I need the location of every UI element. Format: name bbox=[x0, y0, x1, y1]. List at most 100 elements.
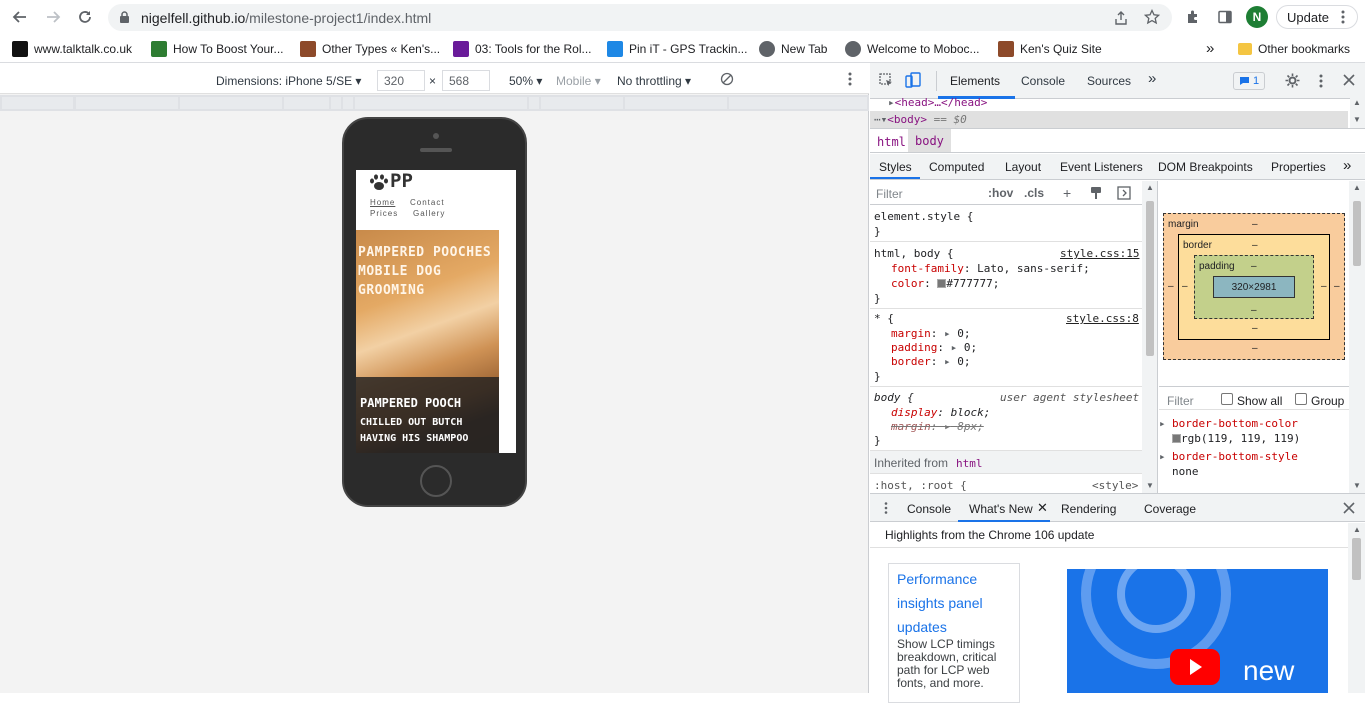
tab-elements[interactable]: Elements bbox=[950, 74, 1000, 88]
color-swatch[interactable] bbox=[1172, 434, 1181, 443]
throttling-dropdown[interactable]: No throttling ▾ bbox=[617, 74, 691, 88]
decl-margin[interactable]: margin: ▸ 0; bbox=[891, 327, 971, 340]
bookmark-item[interactable]: Pin iT - GPS Trackin... bbox=[607, 40, 747, 57]
dom-scrollbar[interactable]: ▲ ▼ bbox=[1350, 96, 1365, 128]
drawer-tab-coverage[interactable]: Coverage bbox=[1144, 502, 1196, 516]
computed-scrollbar[interactable]: ▲ ▼ bbox=[1349, 181, 1365, 493]
ruler-segment[interactable] bbox=[355, 97, 527, 109]
computed-prop-name[interactable]: border-bottom-style bbox=[1172, 450, 1298, 463]
width-input[interactable]: 320 bbox=[377, 70, 425, 91]
box-model-content[interactable]: 320×2981 bbox=[1213, 276, 1295, 298]
mobile-dropdown[interactable]: Mobile ▾ bbox=[556, 74, 601, 88]
whats-new-card[interactable]: Performance insights panel updates Show … bbox=[888, 563, 1020, 703]
more-subtabs-icon[interactable]: » bbox=[1343, 157, 1351, 174]
settings-gear-icon[interactable] bbox=[1285, 73, 1300, 88]
subtab-computed[interactable]: Computed bbox=[929, 160, 984, 174]
card-title[interactable]: Performance insights panel updates bbox=[897, 567, 1013, 639]
close-drawer-icon[interactable] bbox=[1343, 502, 1355, 514]
subtab-layout[interactable]: Layout bbox=[1005, 160, 1041, 174]
bookmark-item[interactable]: New Tab bbox=[759, 40, 827, 57]
tab-sources[interactable]: Sources bbox=[1087, 74, 1131, 88]
address-bar[interactable]: nigelfell.github.io/milestone-project1/i… bbox=[108, 4, 1172, 31]
subtab-dom-breakpoints[interactable]: DOM Breakpoints bbox=[1158, 160, 1253, 174]
breadcrumb-html[interactable]: html bbox=[877, 135, 906, 149]
breadcrumb-body[interactable]: body bbox=[908, 129, 951, 152]
decl-margin-overridden[interactable]: margin: ▸ 8px; bbox=[891, 420, 984, 433]
forward-icon[interactable] bbox=[41, 5, 65, 29]
devtools-menu-icon[interactable] bbox=[1319, 74, 1323, 88]
site-logo[interactable]: PP bbox=[390, 170, 413, 192]
other-bookmarks[interactable]: Other bookmarks bbox=[1238, 40, 1350, 57]
dom-node-head[interactable]: ▸<head>…</head> bbox=[888, 96, 987, 109]
ruler-segment[interactable] bbox=[343, 97, 353, 109]
new-rule-icon[interactable]: + bbox=[1063, 185, 1071, 201]
issues-badge[interactable]: 1 bbox=[1233, 72, 1265, 90]
side-panel-icon[interactable] bbox=[1213, 5, 1237, 29]
rule-body-ua[interactable]: body { bbox=[874, 391, 914, 404]
scroll-thumb[interactable] bbox=[1146, 201, 1154, 356]
media-query-ruler[interactable] bbox=[0, 95, 869, 111]
reload-icon[interactable] bbox=[73, 5, 97, 29]
more-options-icon[interactable] bbox=[848, 72, 852, 86]
computed-prop-name[interactable]: border-bottom-color bbox=[1172, 417, 1298, 430]
bookmark-item[interactable]: 03: Tools for the Rol... bbox=[453, 40, 592, 57]
decl-font-family[interactable]: font-family: Lato, sans-serif; bbox=[891, 262, 1090, 275]
bookmark-item[interactable]: Ken's Quiz Site bbox=[998, 40, 1102, 57]
star-icon[interactable] bbox=[1144, 9, 1160, 25]
styles-scrollbar[interactable]: ▲ ▼ bbox=[1142, 181, 1157, 493]
rule-html-body[interactable]: html, body { bbox=[874, 247, 953, 260]
zoom-dropdown[interactable]: 50% ▾ bbox=[509, 74, 542, 88]
bookmark-item[interactable]: How To Boost Your... bbox=[151, 40, 284, 57]
profile-avatar[interactable]: N bbox=[1246, 6, 1268, 28]
hov-button[interactable]: :hov bbox=[988, 186, 1013, 200]
ruler-segment[interactable] bbox=[76, 97, 178, 109]
drawer-scrollbar[interactable]: ▲ bbox=[1348, 523, 1365, 693]
ruler-segment[interactable] bbox=[729, 97, 867, 109]
ruler-segment[interactable] bbox=[180, 97, 282, 109]
subtab-event-listeners[interactable]: Event Listeners bbox=[1060, 160, 1143, 174]
dimensions-dropdown[interactable]: Dimensions: iPhone 5/SE ▾ bbox=[216, 74, 361, 88]
box-model-margin[interactable]: margin – – – – border – – – – padding – … bbox=[1163, 213, 1345, 360]
ruler-segment[interactable] bbox=[541, 97, 623, 109]
paint-icon[interactable] bbox=[1089, 186, 1103, 200]
drawer-menu-icon[interactable] bbox=[884, 502, 888, 514]
drawer-tab-whats-new[interactable]: What's New bbox=[969, 502, 1033, 516]
decl-color[interactable]: color: #777777; bbox=[891, 277, 999, 290]
back-icon[interactable] bbox=[8, 5, 32, 29]
bookmark-item[interactable]: www.talktalk.co.uk bbox=[12, 40, 132, 57]
rotate-icon[interactable] bbox=[720, 72, 734, 86]
nav-contact[interactable]: Contact bbox=[410, 198, 445, 207]
nav-prices[interactable]: Prices bbox=[370, 209, 398, 218]
bookmark-item[interactable]: Other Types « Ken's... bbox=[300, 40, 440, 57]
show-all-checkbox[interactable] bbox=[1221, 393, 1233, 405]
sidebar-toggle-icon[interactable] bbox=[1117, 186, 1131, 200]
bookmark-item[interactable]: Welcome to Moboc... bbox=[845, 40, 980, 57]
expand-arrow-icon[interactable]: ▸ bbox=[1159, 450, 1166, 463]
share-icon[interactable] bbox=[1113, 10, 1129, 26]
decl-padding[interactable]: padding: ▸ 0; bbox=[891, 341, 977, 354]
expand-arrow-icon[interactable]: ▸ bbox=[1159, 417, 1166, 430]
rule-source-link[interactable]: style.css:8 bbox=[1066, 312, 1139, 325]
box-model-padding[interactable]: padding – – 320×2981 bbox=[1194, 255, 1314, 319]
scroll-thumb[interactable] bbox=[1353, 201, 1361, 266]
rule-host-root[interactable]: :host, :root { bbox=[874, 479, 967, 492]
tab-console[interactable]: Console bbox=[1021, 74, 1065, 88]
inherited-tag[interactable]: html bbox=[956, 457, 983, 470]
rule-universal[interactable]: * { bbox=[874, 312, 894, 325]
extensions-icon[interactable] bbox=[1181, 5, 1205, 29]
nav-home[interactable]: Home bbox=[370, 198, 395, 207]
scroll-thumb[interactable] bbox=[1352, 538, 1361, 580]
subtab-styles[interactable]: Styles bbox=[879, 160, 912, 174]
dom-node-body[interactable]: ⋯▾<body> == $0 bbox=[870, 111, 1348, 128]
video-thumbnail[interactable]: new bbox=[1067, 569, 1328, 693]
computed-filter-input[interactable]: Filter bbox=[1167, 394, 1194, 408]
device-toggle-icon[interactable] bbox=[905, 72, 922, 89]
lock-icon[interactable] bbox=[119, 11, 130, 24]
style-tag-source[interactable]: <style> bbox=[1092, 479, 1138, 492]
nav-gallery[interactable]: Gallery bbox=[413, 209, 445, 218]
home-button[interactable] bbox=[420, 465, 452, 497]
more-tabs-icon[interactable]: » bbox=[1148, 70, 1156, 87]
close-tab-icon[interactable]: ✕ bbox=[1037, 500, 1048, 516]
drawer-tab-console[interactable]: Console bbox=[907, 502, 951, 516]
inspect-icon[interactable] bbox=[879, 73, 894, 88]
